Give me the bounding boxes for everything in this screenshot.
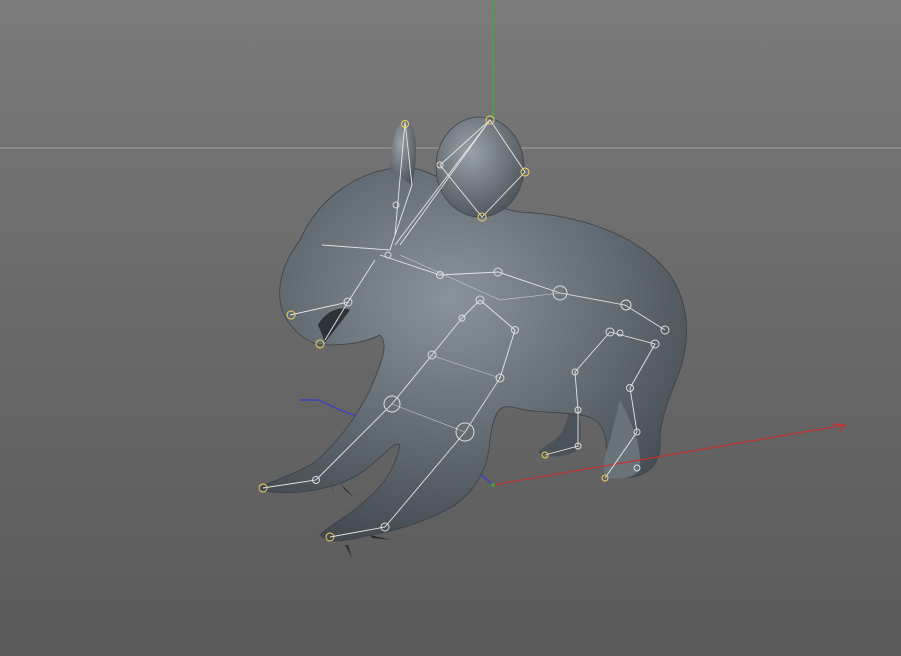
world-origin <box>491 483 495 487</box>
viewport-canvas[interactable] <box>0 0 901 656</box>
koala-body <box>257 166 687 542</box>
ear-right <box>435 116 525 218</box>
3d-viewport[interactable] <box>0 0 901 656</box>
x-axis-arrow <box>831 423 847 433</box>
koala-mesh[interactable] <box>257 116 687 558</box>
